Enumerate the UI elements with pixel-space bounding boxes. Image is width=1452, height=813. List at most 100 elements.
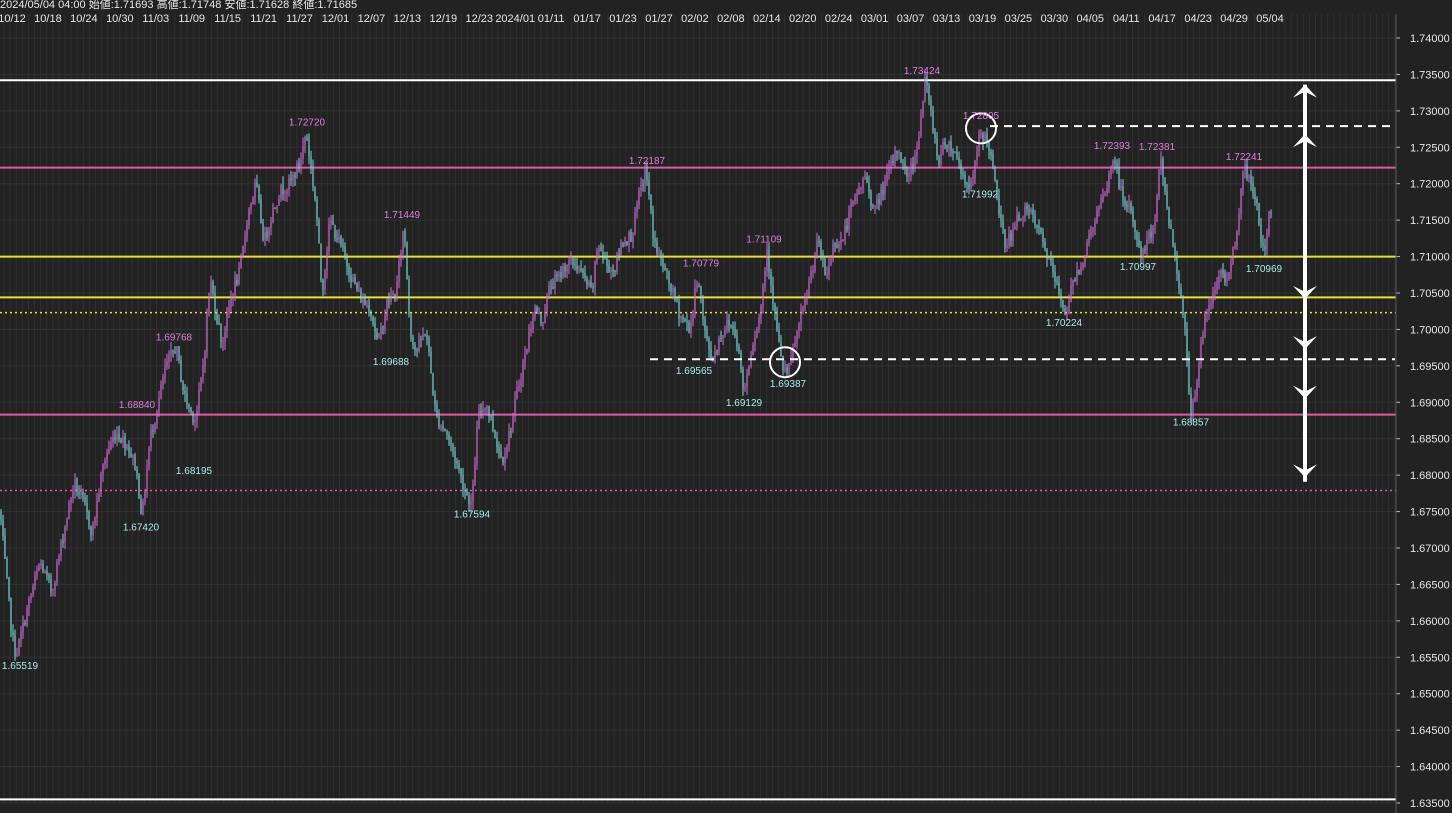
candle-body bbox=[1232, 247, 1234, 264]
candle-body bbox=[1166, 191, 1168, 208]
candle-body bbox=[112, 437, 114, 443]
candle-body bbox=[1202, 333, 1204, 344]
candle-body bbox=[1226, 278, 1228, 282]
candle-body bbox=[224, 332, 226, 342]
candle-body bbox=[932, 109, 934, 132]
candle-body bbox=[1062, 300, 1064, 309]
y-axis[interactable]: 1.74000 1.73500 1.73000 1.72500 1.72000 1.715… bbox=[1395, 14, 1450, 813]
candle-body bbox=[584, 272, 586, 278]
candle-body bbox=[454, 451, 456, 461]
candle-body bbox=[770, 271, 772, 285]
candle-body bbox=[250, 203, 252, 209]
low-price-label: 1.69387 bbox=[770, 379, 807, 390]
candle-body bbox=[716, 351, 718, 353]
candle-body bbox=[490, 415, 492, 418]
candle-body bbox=[382, 327, 384, 329]
candle-body bbox=[540, 313, 542, 323]
candle-body bbox=[406, 242, 408, 280]
candle-body bbox=[350, 275, 352, 282]
candle-body bbox=[1034, 215, 1036, 226]
x-tick-label: 02/20 bbox=[789, 13, 817, 25]
candle-body bbox=[876, 199, 878, 206]
candle-body bbox=[1018, 214, 1020, 221]
candle-body bbox=[58, 555, 60, 563]
candle-body bbox=[628, 231, 630, 245]
candle-body bbox=[166, 361, 168, 367]
high-price-label: 1.70779 bbox=[683, 259, 720, 270]
candle-body bbox=[384, 315, 386, 329]
candle-body bbox=[1092, 227, 1094, 233]
candle-body bbox=[852, 201, 854, 205]
candle-body bbox=[650, 195, 652, 211]
candle-body bbox=[424, 334, 426, 336]
candle-body bbox=[434, 394, 436, 405]
candle-body bbox=[410, 314, 412, 338]
candle-body bbox=[942, 142, 944, 154]
candle-body bbox=[64, 526, 66, 542]
x-tick-label: 01/11 bbox=[538, 13, 565, 25]
candle-body bbox=[284, 193, 286, 195]
candle-body bbox=[542, 322, 544, 324]
low-price-label: 1.70224 bbox=[1046, 318, 1083, 329]
candle-body bbox=[1014, 226, 1016, 229]
x-tick-label: 02/02 bbox=[681, 13, 709, 25]
candle-body bbox=[612, 269, 614, 271]
candle-body bbox=[1064, 308, 1066, 315]
candle-body bbox=[130, 453, 132, 457]
candle-body bbox=[934, 131, 936, 139]
candle-body bbox=[102, 464, 104, 475]
candle-body bbox=[154, 423, 156, 432]
high-price-label: 1.68840 bbox=[119, 400, 156, 411]
candle-body bbox=[670, 283, 672, 293]
candle-body bbox=[1176, 256, 1178, 274]
candle-body bbox=[232, 295, 234, 298]
x-tick-label: 10/12 bbox=[0, 13, 26, 25]
candle-body bbox=[220, 324, 222, 343]
candle-body bbox=[768, 249, 770, 272]
candle-body bbox=[986, 133, 988, 142]
candle-body bbox=[68, 503, 70, 520]
candle-body bbox=[1038, 226, 1040, 228]
candle-body bbox=[828, 264, 830, 275]
candle-body bbox=[796, 330, 798, 343]
candle-body bbox=[868, 182, 870, 193]
candle-body bbox=[230, 297, 232, 308]
price-chart[interactable]: 1.65519 1.67420 1.68840 1.69768 1.68195 1.727… bbox=[0, 0, 1452, 813]
candle-body bbox=[164, 366, 166, 379]
candle-body bbox=[1042, 232, 1044, 242]
candle-body bbox=[984, 133, 986, 142]
candle-body bbox=[1026, 206, 1028, 210]
candle-body bbox=[1012, 228, 1014, 241]
candle-body bbox=[756, 328, 758, 338]
candle-body bbox=[1178, 273, 1180, 289]
candle-body bbox=[298, 162, 300, 167]
candle-body bbox=[170, 350, 172, 355]
candle-body bbox=[122, 436, 124, 443]
candle-body bbox=[1108, 174, 1110, 189]
y-tick-label: 1.73000 bbox=[1410, 106, 1450, 118]
candle-body bbox=[262, 222, 264, 241]
candle-body bbox=[684, 318, 686, 322]
candle-body bbox=[944, 142, 946, 146]
candle-body bbox=[136, 469, 138, 474]
candle-body bbox=[178, 346, 180, 361]
candle-body bbox=[304, 136, 306, 146]
candle-body bbox=[1146, 239, 1148, 251]
candle-body bbox=[478, 410, 480, 428]
candle-body bbox=[124, 436, 126, 449]
candle-body bbox=[544, 312, 546, 323]
candle-body bbox=[644, 169, 646, 186]
candle-body bbox=[528, 332, 530, 350]
candle-body bbox=[556, 275, 558, 277]
candle-body bbox=[438, 415, 440, 428]
x-tick-label: 12/23 bbox=[465, 13, 493, 25]
candle-body bbox=[818, 240, 820, 242]
candle-body bbox=[4, 536, 6, 559]
x-tick-label: 11/09 bbox=[178, 13, 205, 25]
candle-body bbox=[760, 306, 762, 318]
x-tick-label: 03/25 bbox=[1005, 13, 1033, 25]
candle-body bbox=[1040, 227, 1042, 233]
candle-body bbox=[1252, 183, 1254, 194]
candle-body bbox=[1194, 396, 1196, 401]
candle-body bbox=[1020, 218, 1022, 221]
